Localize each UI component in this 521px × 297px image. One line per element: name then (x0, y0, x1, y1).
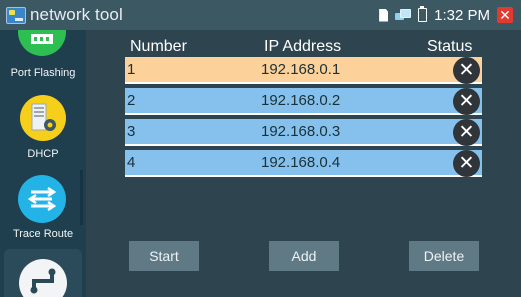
column-header-number: Number (130, 38, 187, 55)
start-button[interactable]: Start (129, 241, 199, 271)
row-number: 4 (127, 154, 136, 171)
sidebar-scrollbar[interactable] (80, 170, 83, 225)
sidebar: Port Flashing DHCP Trace Route (0, 30, 86, 297)
row-ip-address: 192.168.0.1 (261, 61, 341, 78)
row-number: 3 (127, 123, 136, 140)
sd-card-icon (379, 8, 389, 22)
clock: 1:32 PM (434, 6, 490, 24)
row-ip-address: 192.168.0.4 (261, 154, 341, 171)
app-title: network tool (30, 5, 123, 24)
delete-x-icon[interactable]: ✕ (453, 57, 480, 84)
row-number: 1 (127, 61, 136, 78)
column-header-status: Status (427, 38, 473, 55)
column-header-ip: IP Address (264, 38, 342, 55)
table-row[interactable]: 2 192.168.0.2 ✕ (125, 88, 482, 115)
sidebar-item-trace-route[interactable]: Trace Route (0, 175, 86, 245)
app-icon (6, 6, 26, 24)
sidebar-item-label: Port Flashing (10, 67, 76, 79)
battery-icon (418, 6, 428, 22)
add-button[interactable]: Add (269, 241, 339, 271)
row-number: 2 (127, 92, 136, 109)
trace-route-icon (18, 175, 66, 223)
dhcp-icon (20, 95, 66, 141)
table-row[interactable]: 4 192.168.0.4 ✕ (125, 150, 482, 177)
close-icon[interactable]: ✕ (497, 7, 513, 23)
row-ip-address: 192.168.0.2 (261, 92, 341, 109)
sidebar-item-port-flashing[interactable]: Port Flashing (0, 30, 86, 90)
sidebar-item-label: Trace Route (12, 228, 74, 240)
table-row[interactable]: 3 192.168.0.3 ✕ (125, 119, 482, 146)
sidebar-item-route-path[interactable] (4, 249, 82, 297)
delete-button[interactable]: Delete (409, 241, 479, 271)
delete-x-icon[interactable]: ✕ (453, 119, 480, 146)
delete-x-icon[interactable]: ✕ (453, 150, 480, 177)
table-row[interactable]: 1 192.168.0.1 ✕ (125, 57, 482, 84)
main-panel: Number IP Address Status 1 192.168.0.1 ✕ 2 1… (86, 30, 521, 297)
status-icons: 1:32 PM ✕ (379, 0, 513, 30)
status-bar: network tool 1:32 PM ✕ (0, 0, 521, 30)
port-flashing-icon (18, 30, 66, 56)
network-icon (395, 8, 412, 22)
sidebar-item-label: DHCP (27, 148, 59, 160)
route-path-icon (19, 259, 67, 297)
delete-x-icon[interactable]: ✕ (453, 88, 480, 115)
sidebar-item-dhcp[interactable]: DHCP (0, 93, 86, 168)
row-ip-address: 192.168.0.3 (261, 123, 341, 140)
